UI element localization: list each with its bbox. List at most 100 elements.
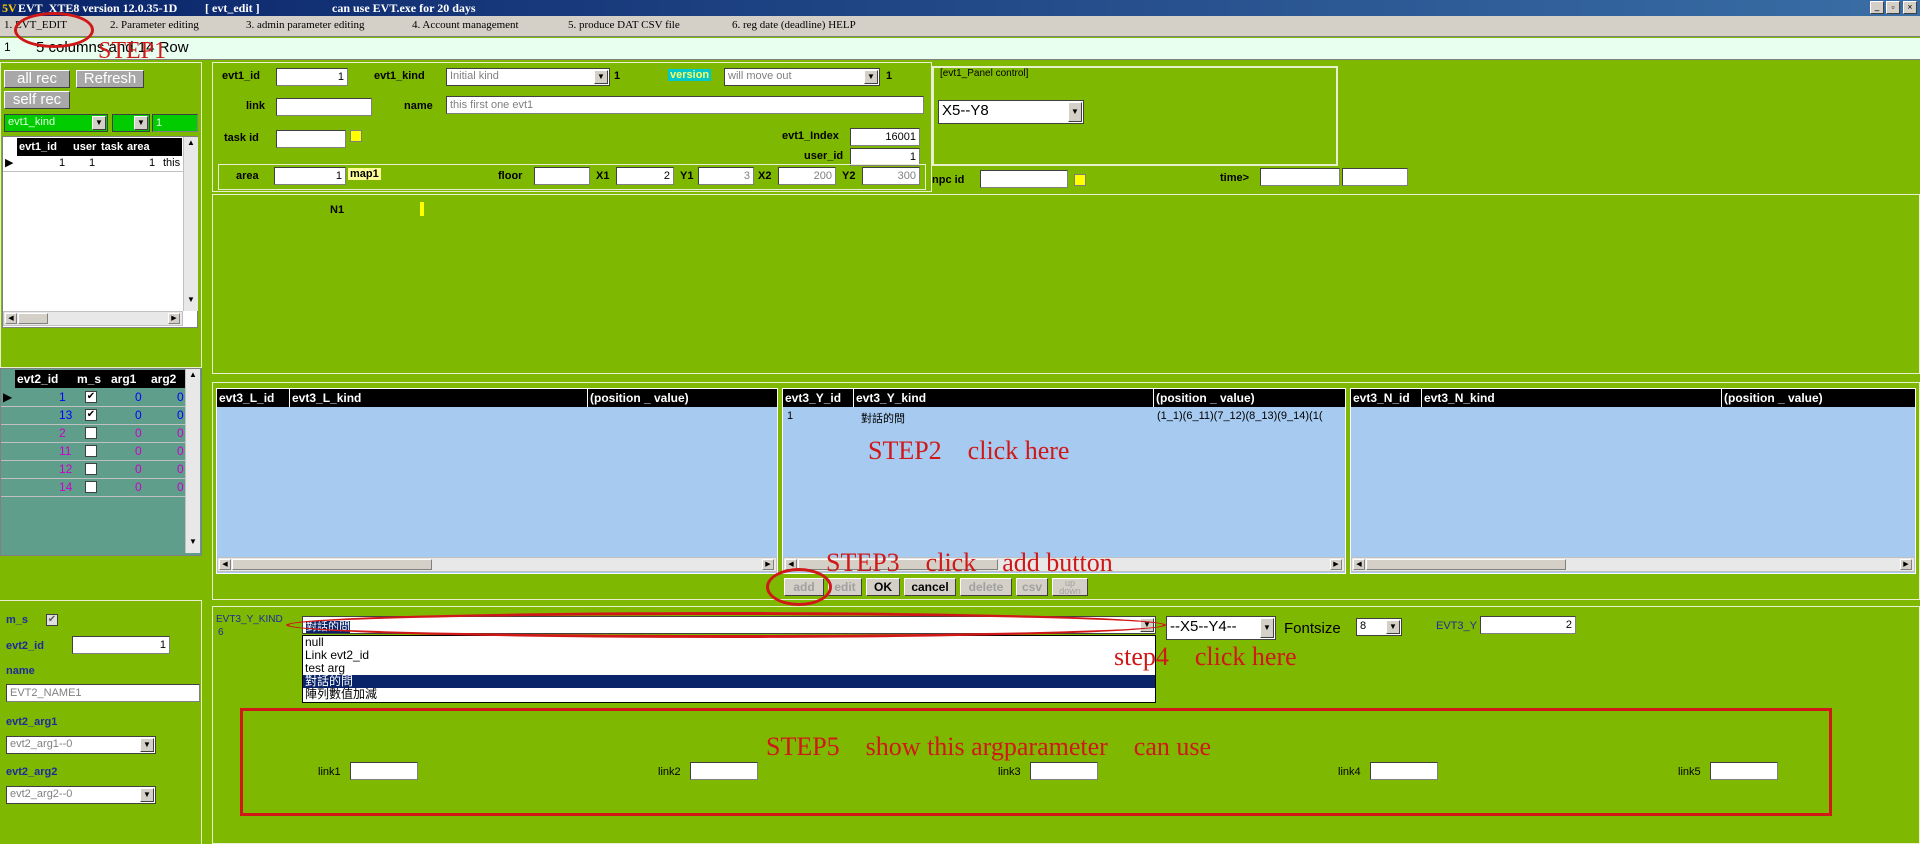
scroll-left-icon[interactable]: ◀ — [5, 313, 17, 324]
npc-id-picker-button[interactable] — [1074, 174, 1086, 186]
evt3-y-input[interactable]: 2 — [1480, 616, 1576, 634]
ms-cell-checkbox[interactable] — [85, 463, 97, 475]
filter-value-input[interactable]: 1 — [152, 114, 198, 132]
scroll-right-icon[interactable]: ▶ — [1330, 559, 1342, 570]
maximize-button[interactable]: ▫ — [1886, 1, 1900, 14]
area-input[interactable]: 1 — [274, 167, 346, 185]
up-down-button[interactable]: up down — [1052, 578, 1088, 596]
table-row[interactable]: ▶ 1 1 1 this — [3, 156, 183, 172]
refresh-button[interactable]: Refresh — [76, 70, 144, 88]
ms-cell-checkbox[interactable] — [85, 427, 97, 439]
menu-account-management[interactable]: 4. Account management — [412, 19, 519, 31]
scroll-left-icon[interactable]: ◀ — [219, 559, 231, 570]
ok-button[interactable]: OK — [866, 578, 900, 596]
version-select[interactable]: will move out ▼ — [724, 68, 880, 86]
edit-button[interactable]: edit — [828, 578, 862, 596]
scroll-right-icon[interactable]: ▶ — [1900, 559, 1912, 570]
evt2-id-cell: 1 — [59, 390, 66, 404]
csv-button[interactable]: csv — [1016, 578, 1048, 596]
evt2-arg2-select[interactable]: evt2_arg2--0 ▼ — [6, 786, 156, 804]
task-id-input[interactable] — [276, 130, 346, 148]
scroll-up-icon[interactable]: ▲ — [187, 370, 199, 379]
evt2-grid-vscroll[interactable]: ▲ ▼ — [185, 369, 200, 553]
fontsize-select[interactable]: 8 ▼ — [1356, 618, 1402, 636]
scroll-right-icon[interactable]: ▶ — [168, 313, 180, 324]
npc-id-input[interactable] — [980, 170, 1068, 188]
evt3-y-grid-header: evt3_Y_id evt3_Y_kind (position _ value) — [783, 389, 1345, 407]
ms-cell-checkbox[interactable]: ✔ — [85, 409, 97, 421]
cancel-button[interactable]: cancel — [904, 578, 956, 596]
x1-input[interactable]: 2 — [616, 167, 674, 185]
scroll-down-icon[interactable]: ▼ — [187, 537, 199, 546]
evt1-index-input[interactable]: 16001 — [850, 128, 920, 146]
step5-annotation: STEP5 show this argparameter can use — [766, 732, 1212, 761]
table-row[interactable]: 12 0 0 — [1, 461, 185, 479]
task-id-picker-button[interactable] — [350, 130, 362, 142]
scroll-thumb[interactable] — [232, 559, 432, 570]
scroll-thumb[interactable] — [18, 313, 48, 324]
evt1-grid-hscroll[interactable]: ◀ ▶ — [3, 311, 183, 326]
minimize-button[interactable]: _ — [1870, 1, 1884, 14]
menu-admin-parameter-editing[interactable]: 3. admin parameter editing — [246, 19, 365, 31]
ms-cell-checkbox[interactable] — [85, 445, 97, 457]
evt2-arg1-select[interactable]: evt2_arg1--0 ▼ — [6, 736, 156, 754]
dropdown-option[interactable]: Link evt2_id — [303, 649, 1155, 662]
evt2-name-input[interactable]: EVT2_NAME1 — [6, 684, 200, 702]
ms-checkbox[interactable]: ✔ — [46, 614, 58, 626]
evt1-kind-select[interactable]: Initial kind ▼ — [446, 68, 610, 86]
self-rec-button[interactable]: self rec — [4, 91, 70, 109]
evt1-kind-label: evt1_kind — [374, 70, 425, 82]
table-row[interactable]: 2 0 0 — [1, 425, 185, 443]
evt3-n-hscroll[interactable]: ◀ ▶ — [1351, 557, 1915, 572]
delete-button[interactable]: delete — [960, 578, 1012, 596]
filter-kind-select[interactable]: evt1_kind ▼ — [4, 114, 108, 132]
y2-input[interactable]: 300 — [862, 167, 920, 185]
table-row[interactable]: 13 ✔ 0 0 — [1, 407, 185, 425]
name-form-label: name — [404, 100, 433, 112]
all-rec-button[interactable]: all rec — [4, 70, 70, 88]
evt2-id-cell: 2 — [59, 426, 66, 440]
step1-annotation: STEP1 — [98, 38, 167, 64]
evt1-name-input[interactable]: this first one evt1 — [446, 96, 924, 114]
table-row[interactable]: ▶ 1 ✔ 0 0 — [1, 389, 185, 407]
scroll-down-icon[interactable]: ▼ — [185, 295, 197, 307]
menu-produce-dat-csv[interactable]: 5. produce DAT CSV file — [568, 19, 680, 31]
time-end-input[interactable] — [1342, 168, 1408, 186]
time-start-input[interactable] — [1260, 168, 1340, 186]
dropdown-option[interactable]: 陣列數值加減 — [303, 688, 1155, 701]
evt1-grid-vscroll[interactable]: ▲ ▼ — [183, 137, 198, 311]
title-bar: 5V EVT_XTE8 version 12.0.35-1D [ evt_edi… — [0, 0, 1920, 16]
menu-reg-date-help[interactable]: 6. reg date (deadline) HELP — [732, 19, 856, 31]
filter-op-select[interactable]: ▼ — [112, 114, 150, 132]
scroll-right-icon[interactable]: ▶ — [762, 559, 774, 570]
y1-label: Y1 — [680, 170, 694, 182]
floor-input[interactable] — [534, 167, 590, 185]
scroll-left-icon[interactable]: ◀ — [1353, 559, 1365, 570]
chevron-down-icon: ▼ — [1260, 618, 1274, 638]
dropdown-option[interactable]: 對話的問 — [303, 675, 1155, 688]
menu-parameter-editing[interactable]: 2. Parameter editing — [110, 19, 199, 31]
ms-cell-checkbox[interactable] — [85, 481, 97, 493]
table-row[interactable]: 1 對話的問 (1_1)(6_11)(7_12)(8_13)(9_14)(1( — [783, 409, 1345, 425]
dropdown-option[interactable]: test arg — [303, 662, 1155, 675]
version-number: 1 — [886, 70, 893, 82]
table-row[interactable]: 14 0 0 — [1, 479, 185, 497]
evt2-id-input[interactable]: 1 — [72, 636, 170, 654]
arg2-cell: 0 — [177, 480, 184, 494]
scroll-up-icon[interactable]: ▲ — [185, 138, 197, 150]
arg1-cell: 0 — [135, 390, 142, 404]
scroll-thumb[interactable] — [1366, 559, 1566, 570]
y1-input[interactable]: 3 — [698, 167, 754, 185]
evt1-grid-header: evt1_id user task area — [17, 138, 182, 156]
table-row[interactable]: 11 0 0 — [1, 443, 185, 461]
evt1-id-input[interactable]: 1 — [276, 68, 348, 86]
x2-label: X2 — [758, 170, 772, 182]
ms-cell-checkbox[interactable]: ✔ — [85, 391, 97, 403]
evt3-l-hscroll[interactable]: ◀ ▶ — [217, 557, 777, 572]
x2-input[interactable]: 200 — [778, 167, 836, 185]
row-pointer-icon: ▶ — [5, 157, 14, 169]
link-input[interactable] — [276, 98, 372, 116]
close-button[interactable]: × — [1903, 1, 1917, 14]
evt1-kind-number: 1 — [614, 70, 621, 82]
panel-control-select[interactable]: X5--Y8 ▼ — [938, 100, 1084, 124]
